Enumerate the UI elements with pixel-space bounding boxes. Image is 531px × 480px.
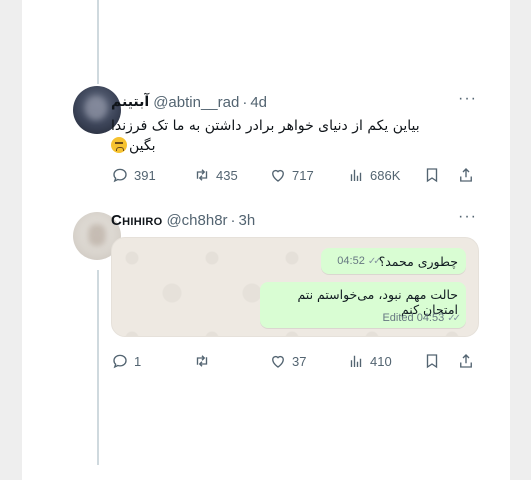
timestamp[interactable]: 4d <box>250 94 267 111</box>
reply-button[interactable]: 1 <box>111 350 141 372</box>
action-bar: 391 435 717 686K <box>111 164 481 186</box>
separator-dot: · <box>230 211 236 229</box>
share-icon <box>460 354 472 368</box>
thread-line <box>97 270 99 465</box>
reply-count: 391 <box>134 167 156 183</box>
more-options-icon[interactable]: ··· <box>458 208 477 226</box>
separator-dot: · <box>242 93 248 111</box>
reply-icon <box>113 168 127 183</box>
read-ticks-icon: ✓✓ <box>367 255 382 267</box>
repost-icon <box>196 355 208 367</box>
thread-line <box>97 0 99 84</box>
reply-icon <box>113 354 127 369</box>
share-icon <box>460 168 472 182</box>
timestamp[interactable]: 3h <box>239 212 256 229</box>
views-button[interactable]: 410 <box>347 350 392 372</box>
bookmark-button[interactable] <box>423 350 441 372</box>
like-count: 37 <box>292 353 307 369</box>
views-chart-icon <box>350 169 362 181</box>
reply-count: 1 <box>134 353 142 369</box>
weary-face-emoji-icon <box>111 137 127 153</box>
tweet-header: Chihiro @ch8h8r · 3h <box>111 210 255 230</box>
views-chart-icon <box>350 355 362 367</box>
action-bar: 1 37 410 <box>111 350 481 372</box>
views-count: 686K <box>370 167 401 183</box>
share-button[interactable] <box>457 164 475 186</box>
message-meta: 04:52 ✓✓ <box>337 255 382 267</box>
bookmark-button[interactable] <box>423 164 441 186</box>
repost-button[interactable]: 435 <box>193 164 238 186</box>
views-button[interactable]: 686K <box>347 164 400 186</box>
repost-count: 435 <box>216 167 238 183</box>
like-button[interactable]: 37 <box>269 350 306 372</box>
tweet-text-line: بگین <box>111 136 491 156</box>
reply-button[interactable]: 391 <box>111 164 156 186</box>
bookmark-icon <box>426 354 438 369</box>
like-count: 717 <box>292 167 314 183</box>
views-count: 410 <box>370 353 392 369</box>
read-ticks-icon: ✓✓ <box>447 312 461 324</box>
message-meta: Edited 04:53 ✓✓ <box>382 312 461 324</box>
chat-bubble: حالت مهم نبود، می‌خواستم نتم امتحان کنم … <box>260 282 466 328</box>
repost-icon <box>196 169 208 181</box>
user-handle[interactable]: @ch8h8r <box>166 212 227 229</box>
display-name[interactable]: Chihiro <box>111 212 162 229</box>
message-time: Edited 04:53 <box>382 312 445 324</box>
heart-icon <box>272 169 284 182</box>
repost-button[interactable] <box>193 350 216 372</box>
more-options-icon[interactable]: ··· <box>458 90 477 108</box>
message-time: 04:52 <box>337 255 365 267</box>
tweet-text-line: بیاین یکم از دنیای خواهر برادر داشتن به … <box>111 118 420 134</box>
chat-bubble: 04:52 ✓✓ چطوری محمد؟ <box>321 248 466 274</box>
heart-icon <box>272 355 284 368</box>
message-text: چطوری محمد؟ <box>378 253 458 269</box>
share-button[interactable] <box>457 350 475 372</box>
attached-chat-image[interactable]: 04:52 ✓✓ چطوری محمد؟ حالت مهم نبود، می‌خو… <box>111 237 479 337</box>
display-name[interactable]: آبتینم <box>111 94 149 110</box>
tweet-header: آبتینم @abtin__rad · 4d <box>111 92 267 112</box>
like-button[interactable]: 717 <box>269 164 314 186</box>
tweet-text-word: بگین <box>129 138 156 154</box>
tweet-text: بیاین یکم از دنیای خواهر برادر داشتن به … <box>111 116 491 156</box>
bookmark-icon <box>426 168 438 183</box>
user-handle[interactable]: @abtin__rad <box>153 94 239 111</box>
